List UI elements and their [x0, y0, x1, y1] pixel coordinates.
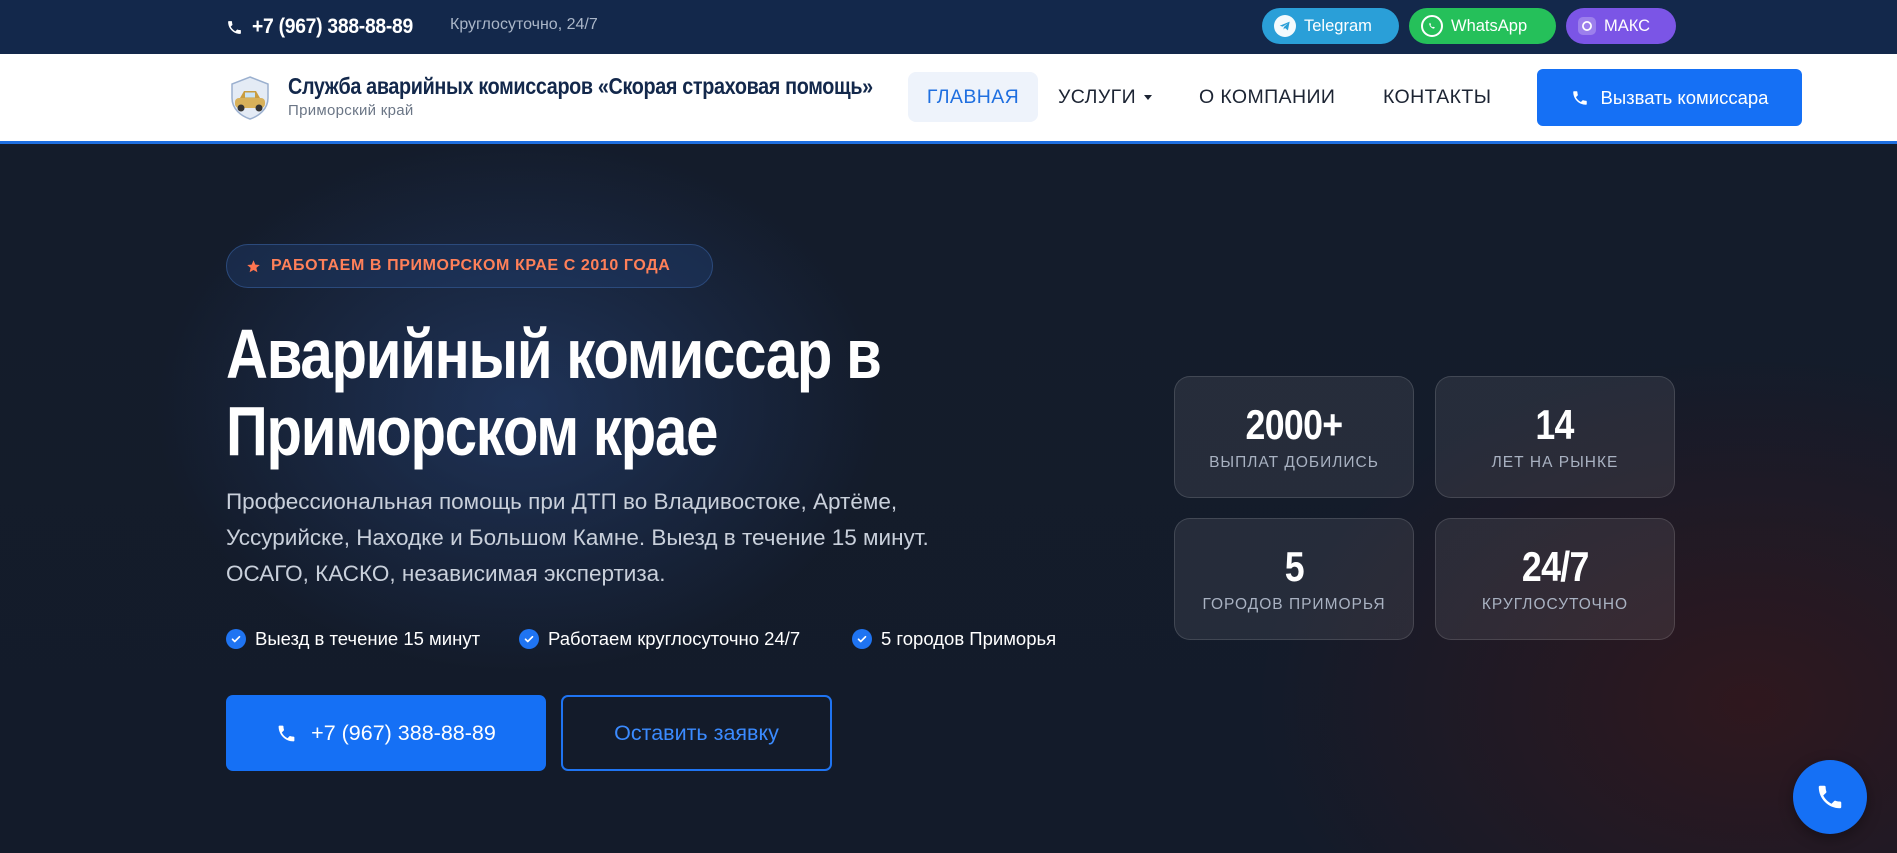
stat-value: 5	[1284, 543, 1304, 590]
caret-down-icon	[1143, 94, 1152, 100]
whatsapp-icon	[1421, 15, 1443, 37]
max-label: МАКС	[1604, 16, 1651, 35]
max-icon	[1578, 17, 1596, 35]
whatsapp-button[interactable]: WhatsApp	[1409, 8, 1556, 44]
nav-home-label: ГЛАВНАЯ	[926, 85, 1020, 108]
feature-item: 5 городов Приморья	[852, 628, 1056, 650]
check-circle-icon	[519, 629, 539, 649]
hero-title: Аварийный комиссар в Приморском крае	[226, 315, 882, 470]
telegram-icon	[1274, 15, 1296, 37]
stat-card: 5 ГОРОДОВ ПРИМОРЬЯ	[1174, 518, 1414, 640]
stat-card: 14 ЛЕТ НА РЫНКЕ	[1435, 376, 1675, 498]
phone-icon	[1818, 785, 1842, 809]
phone-icon	[278, 725, 295, 741]
leave-request-label: Оставить заявку	[614, 720, 779, 745]
stat-value: 14	[1535, 401, 1575, 448]
nav-home[interactable]: ГЛАВНАЯ	[908, 72, 1038, 122]
star-icon	[247, 259, 260, 272]
telegram-button[interactable]: Telegram	[1262, 8, 1399, 44]
topbar-phone-link[interactable]: +7 (967) 388-88-89	[226, 12, 427, 42]
site-header: Служба аварийных комиссаров «Скорая стра…	[0, 54, 1897, 144]
nav-services-label: УСЛУГИ	[1058, 85, 1136, 108]
phone-icon	[228, 20, 241, 34]
stat-label: ГОРОДОВ ПРИМОРЬЯ	[1202, 596, 1386, 613]
logo-car-icon[interactable]	[226, 74, 274, 122]
telegram-label: Telegram	[1304, 16, 1372, 35]
nav-about[interactable]: О КОМПАНИИ	[1199, 72, 1335, 122]
experience-badge: РАБОТАЕМ В ПРИМОРСКОМ КРАЕ С 2010 ГОДА	[226, 244, 713, 288]
stat-label: ВЫПЛАТ ДОБИЛИСЬ	[1209, 454, 1379, 471]
call-phone-button[interactable]: +7 (967) 388-88-89	[226, 695, 546, 771]
stat-card: 2000+ ВЫПЛАТ ДОБИЛИСЬ	[1174, 376, 1414, 498]
phone-icon	[1572, 90, 1587, 105]
brand-subtitle: Приморский край	[288, 102, 414, 119]
check-circle-icon	[852, 629, 872, 649]
topbar-phone-number: +7 (967) 388-88-89	[252, 15, 413, 38]
feature-item: Выезд в течение 15 минут	[226, 628, 480, 650]
feature-item: Работаем круглосуточно 24/7	[519, 628, 800, 650]
stat-label: КРУГЛОСУТОЧНО	[1481, 596, 1629, 613]
top-bar: +7 (967) 388-88-89 Круглосуточно, 24/7 T…	[0, 0, 1897, 54]
nav-about-label: О КОМПАНИИ	[1199, 85, 1336, 108]
hero-title-line-2: Приморском крае	[226, 392, 718, 470]
stat-label: ЛЕТ НА РЫНКЕ	[1491, 454, 1619, 471]
hero-section: РАБОТАЕМ В ПРИМОРСКОМ КРАЕ С 2010 ГОДА А…	[0, 144, 1897, 853]
stat-value: 24/7	[1521, 543, 1589, 590]
call-commissioner-label: Вызвать комиссара	[1600, 86, 1769, 108]
experience-badge-text: РАБОТАЕМ В ПРИМОРСКОМ КРАЕ С 2010 ГОДА	[271, 257, 671, 274]
stat-card: 24/7 КРУГЛОСУТОЧНО	[1435, 518, 1675, 640]
nav-contacts[interactable]: КОНТАКТЫ	[1383, 72, 1491, 122]
feature-label: 5 городов Приморья	[881, 628, 1057, 649]
floating-call-button[interactable]	[1793, 760, 1867, 834]
hero-title-line-1: Аварийный комиссар в	[226, 315, 882, 393]
feature-label: Работаем круглосуточно 24/7	[548, 628, 801, 649]
call-phone-label: +7 (967) 388-88-89	[311, 720, 496, 745]
topbar-hours: Круглосуточно, 24/7	[450, 16, 598, 33]
leave-request-button[interactable]: Оставить заявку	[561, 695, 832, 771]
check-circle-icon	[226, 629, 246, 649]
call-commissioner-button[interactable]: Вызвать комиссара	[1537, 69, 1802, 126]
nav-services[interactable]: УСЛУГИ	[1058, 72, 1152, 122]
max-messenger-button[interactable]: МАКС	[1566, 8, 1676, 44]
feature-label: Выезд в течение 15 минут	[255, 628, 481, 649]
whatsapp-label: WhatsApp	[1451, 16, 1528, 35]
stat-value: 2000+	[1245, 401, 1344, 448]
brand-title[interactable]: Служба аварийных комиссаров «Скорая стра…	[288, 73, 873, 100]
nav-contacts-label: КОНТАКТЫ	[1383, 85, 1492, 108]
hero-description: Профессиональная помощь при ДТП во Влади…	[226, 489, 929, 586]
